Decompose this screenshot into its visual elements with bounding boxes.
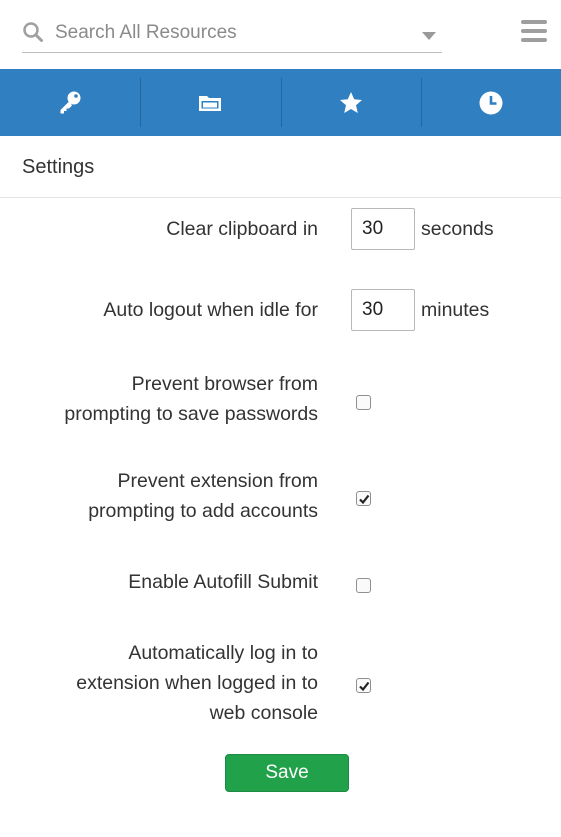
autofill-submit-checkbox[interactable] [356,578,371,593]
top-bar [0,0,561,69]
prevent-browser-save-checkbox[interactable] [356,395,371,410]
clock-icon [479,91,503,114]
prevent-extension-add-checkbox[interactable] [356,491,371,506]
tab-passwords[interactable] [0,69,140,136]
label-line: web console [209,702,318,724]
hamburger-menu-icon[interactable] [521,20,547,44]
auto-login-label: Automatically log in to extension when l… [76,638,318,728]
save-button[interactable]: Save [225,754,349,792]
prevent-browser-save-label: Prevent browser from prompting to save p… [64,369,318,429]
clear-clipboard-input[interactable] [351,208,415,250]
tab-folders[interactable] [140,69,280,136]
auto-logout-input[interactable] [351,289,415,331]
label-line: Prevent extension from [117,470,318,492]
search-input[interactable] [53,18,417,48]
search-icon [23,22,43,42]
folder-icon [199,95,222,111]
auto-logout-label: Auto logout when idle for [103,299,318,321]
search-box[interactable] [22,14,442,53]
label-line: Prevent browser from [131,373,318,395]
label-line: prompting to save passwords [64,403,318,425]
checkmark-icon [358,681,369,691]
key-icon [60,91,81,113]
autofill-submit-label: Enable Autofill Submit [128,571,318,593]
label-line: Automatically log in to [128,642,318,664]
clear-clipboard-label: Clear clipboard in [166,218,318,240]
settings-header: Settings [0,136,561,198]
tab-recent[interactable] [420,69,561,136]
checkmark-icon [358,494,369,504]
auto-login-checkbox[interactable] [356,678,371,693]
prevent-extension-add-label: Prevent extension from prompting to add … [88,466,318,526]
page-title: Settings [22,156,95,178]
star-icon [339,91,362,113]
auto-logout-unit: minutes [421,299,490,321]
nav-tabs [0,69,561,136]
chevron-down-icon[interactable] [422,32,436,40]
tab-favorites[interactable] [280,69,421,136]
clear-clipboard-unit: seconds [421,218,494,240]
label-line: prompting to add accounts [88,500,318,522]
label-line: extension when logged in to [76,672,318,694]
